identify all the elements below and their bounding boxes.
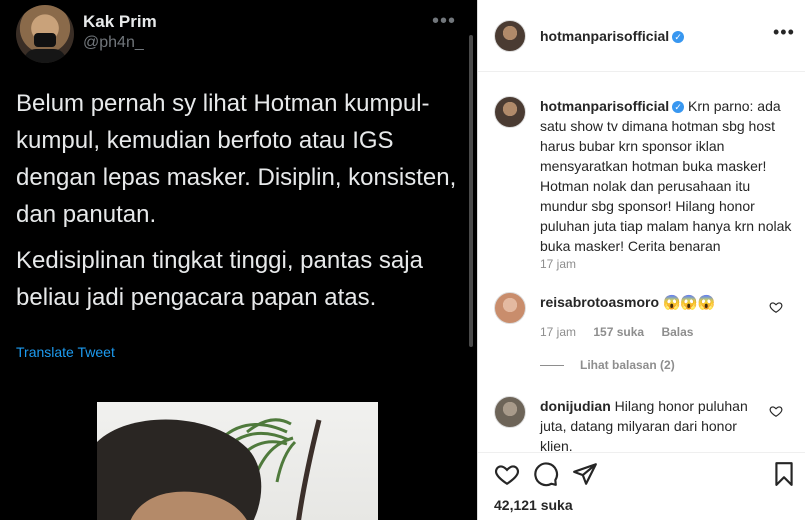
tweet-text: Belum pernah sy lihat Hotman kumpul-kump… (16, 85, 461, 325)
caption-time[interactable]: 17 jam (540, 257, 576, 271)
caption-username[interactable]: hotmanparisofficial (540, 98, 669, 114)
caption-text: Krn parno: ada satu show tv dimana hotma… (540, 98, 792, 254)
tweet-paragraph: Kedisiplinan tingkat tinggi, pantas saja… (16, 247, 423, 311)
caption-meta: 17 jam (540, 257, 590, 271)
tweet-author-name: Kak Prim (83, 12, 157, 31)
tweet-author-avatar (16, 5, 74, 63)
share-paper-plane-icon[interactable] (572, 461, 598, 487)
verified-badge-icon: ✓ (672, 101, 685, 113)
comment-avatar[interactable] (494, 292, 526, 324)
author-avatar[interactable] (494, 20, 526, 52)
comment-like-heart-icon[interactable] (769, 404, 783, 418)
caption-avatar[interactable] (494, 96, 526, 128)
instagram-panel: hotmanparisofficial ✓ ••• hotmanparisoffi… (478, 0, 805, 520)
verified-badge-icon: ✓ (672, 31, 685, 43)
likes-count[interactable]: 42,121 suka (494, 497, 573, 513)
palm-tree-photo (97, 418, 322, 520)
comment-like-heart-icon[interactable] (769, 300, 783, 314)
comment: donijudian Hilang honor puluhan juta, da… (540, 396, 770, 456)
header-username[interactable]: hotmanparisofficial ✓ (540, 28, 685, 44)
comment: reisabrotoasmoro 😱😱😱 (540, 292, 770, 312)
tweet-more-icon: ••• (432, 10, 457, 32)
view-replies-label[interactable]: Lihat balasan (2) (580, 358, 675, 372)
tweet-image: Kak Prim @ph4n_ ••• Belum pernah sy liha… (0, 0, 477, 520)
view-replies-button[interactable]: Lihat balasan (2) (540, 358, 675, 372)
comment-text: 😱😱😱 (662, 294, 716, 310)
reply-button[interactable]: Balas (661, 325, 693, 339)
tweet-scrollbar (469, 35, 473, 347)
comment-likes[interactable]: 157 suka (593, 325, 644, 339)
comment-bubble-icon[interactable] (533, 461, 559, 487)
comment-avatar[interactable] (494, 396, 526, 428)
post-header: hotmanparisofficial ✓ ••• (478, 0, 805, 72)
more-options-icon[interactable]: ••• (773, 22, 795, 43)
post-actions-bar (478, 452, 805, 488)
header-username-text[interactable]: hotmanparisofficial (540, 28, 669, 44)
comment-username[interactable]: reisabrotoasmoro (540, 294, 659, 310)
save-bookmark-icon[interactable] (771, 461, 797, 487)
comment-username[interactable]: donijudian (540, 398, 611, 414)
translate-tweet-link: Translate Tweet (16, 344, 115, 360)
tweet-paragraph: Belum pernah sy lihat Hotman kumpul-kump… (16, 90, 457, 228)
comment-meta: 17 jam 157 suka Balas (540, 325, 707, 339)
tweet-photo (97, 402, 378, 520)
comment-time[interactable]: 17 jam (540, 325, 576, 339)
tweet-author-handle: @ph4n_ (83, 34, 144, 51)
like-heart-icon[interactable] (494, 461, 520, 487)
post-caption: hotmanparisofficial ✓ Krn parno: ada satu… (540, 96, 798, 256)
